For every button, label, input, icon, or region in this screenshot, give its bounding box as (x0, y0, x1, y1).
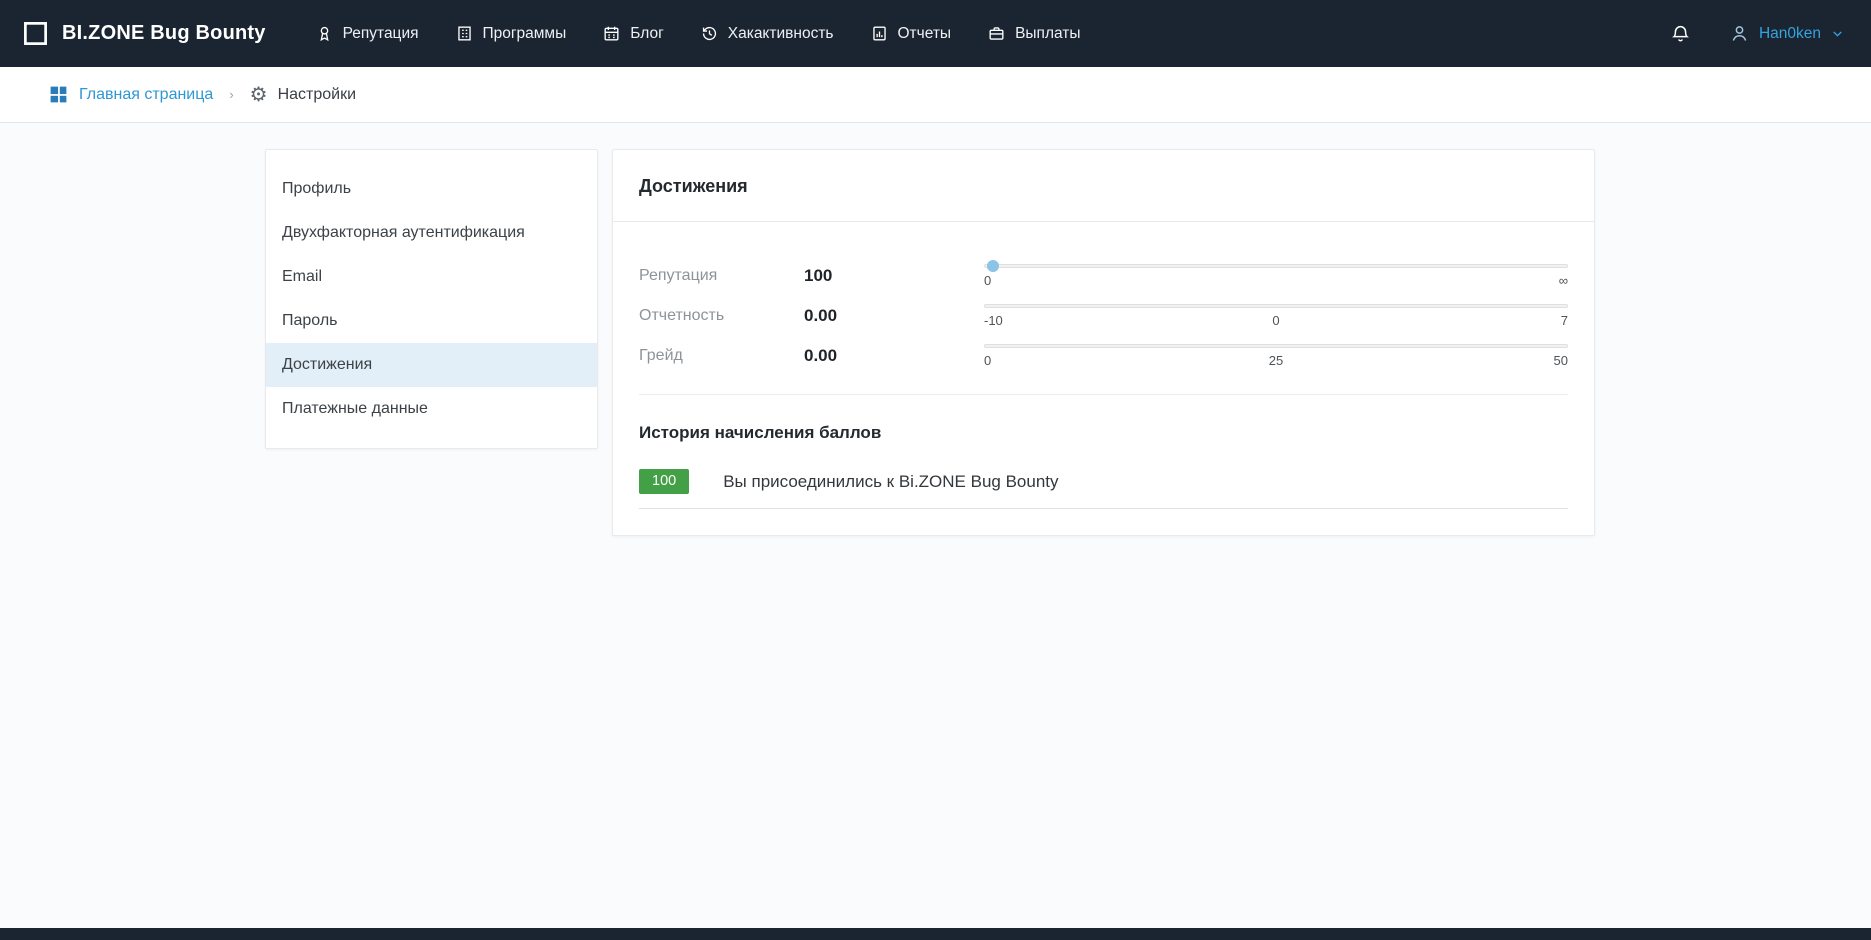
chevron-down-icon (1830, 26, 1845, 41)
reporting-slider: -10 0 7 (984, 304, 1568, 328)
scale-max: 50 (1373, 353, 1568, 368)
home-grid-icon (48, 84, 69, 105)
slider-scale: 0 ∞ (984, 273, 1568, 288)
menu-item-label: Пароль (282, 312, 338, 330)
slider-track (984, 344, 1568, 348)
username: Han0ken (1759, 25, 1821, 43)
bizone-logo-icon (22, 20, 49, 47)
breadcrumb-current: ⚙ Настройки (250, 85, 356, 105)
nav-item-reputation[interactable]: Репутация (300, 14, 434, 53)
metric-row-grade: Грейд 0.00 0 25 50 (639, 344, 1568, 368)
nav-item-label: Выплаты (1015, 25, 1080, 43)
breadcrumb-home-label: Главная страница (79, 86, 213, 104)
nav-item-label: Хакактивность (728, 25, 834, 43)
main-content: Профиль Двухфакторная аутентификация Ema… (0, 123, 1871, 928)
metric-value: 0.00 (804, 346, 984, 366)
settings-menu: Профиль Двухфакторная аутентификация Ema… (265, 149, 598, 449)
history-title: История начисления баллов (639, 423, 1568, 443)
metrics-list: Репутация 100 0 ∞ Отчетность 0.00 (613, 222, 1594, 368)
notifications-button[interactable] (1670, 23, 1691, 44)
breadcrumb-separator: › (229, 87, 233, 102)
user-menu[interactable]: Han0ken (1729, 23, 1845, 44)
metric-label: Грейд (639, 347, 804, 365)
points-history: История начисления баллов 100 Вы присоед… (639, 394, 1568, 509)
reports-icon (870, 24, 889, 43)
menu-item-email[interactable]: Email (266, 255, 597, 299)
menu-item-two-factor[interactable]: Двухфакторная аутентификация (266, 211, 597, 255)
menu-item-password[interactable]: Пароль (266, 299, 597, 343)
brand-logo[interactable]: BI.ZONE Bug Bounty (22, 20, 266, 47)
scale-mid: 0 (1179, 313, 1374, 328)
scale-max: ∞ (1373, 273, 1568, 288)
nav-item-programs[interactable]: Программы (440, 14, 582, 53)
slider-track (984, 304, 1568, 308)
breadcrumb: Главная страница › ⚙ Настройки (0, 67, 1871, 123)
scale-mid (1179, 273, 1374, 288)
scale-min: -10 (984, 313, 1179, 328)
slider-track (984, 264, 1568, 268)
menu-item-label: Профиль (282, 180, 351, 198)
menu-item-label: Двухфакторная аутентификация (282, 224, 525, 242)
payouts-icon (987, 24, 1006, 43)
history-entry: 100 Вы присоединились к Bi.ZONE Bug Boun… (639, 469, 1568, 509)
footer-bar (0, 928, 1871, 940)
nav-item-blog[interactable]: Блог (587, 14, 679, 53)
nav-item-label: Репутация (343, 25, 419, 43)
nav-item-reports[interactable]: Отчеты (855, 14, 967, 53)
reputation-icon (315, 24, 334, 43)
breadcrumb-home-link[interactable]: Главная страница (48, 84, 213, 105)
top-navbar: BI.ZONE Bug Bounty Репутация Программы (0, 0, 1871, 67)
nav-item-label: Отчеты (898, 25, 952, 43)
menu-item-achievements[interactable]: Достижения (266, 343, 597, 387)
slider-dot (987, 260, 999, 272)
nav-item-payouts[interactable]: Выплаты (972, 14, 1095, 53)
menu-item-profile[interactable]: Профиль (266, 167, 597, 211)
nav-item-label: Программы (483, 25, 567, 43)
menu-item-label: Email (282, 268, 322, 286)
blog-icon (602, 24, 621, 43)
panel-title: Достижения (613, 150, 1594, 222)
metric-row-reputation: Репутация 100 0 ∞ (639, 264, 1568, 288)
points-badge: 100 (639, 469, 689, 494)
metric-label: Отчетность (639, 307, 804, 325)
user-icon (1729, 23, 1750, 44)
grade-slider: 0 25 50 (984, 344, 1568, 368)
slider-scale: 0 25 50 (984, 353, 1568, 368)
metric-label: Репутация (639, 267, 804, 285)
menu-item-label: Платежные данные (282, 400, 428, 418)
slider-scale: -10 0 7 (984, 313, 1568, 328)
bell-icon (1670, 23, 1691, 44)
nav-item-hacktivity[interactable]: Хакактивность (685, 14, 849, 53)
hacktivity-icon (700, 24, 719, 43)
scale-min: 0 (984, 273, 1179, 288)
scale-mid: 25 (1179, 353, 1374, 368)
menu-item-label: Достижения (282, 356, 372, 374)
scale-min: 0 (984, 353, 1179, 368)
main-nav: Репутация Программы Блог (300, 14, 1096, 53)
history-entry-text: Вы присоединились к Bi.ZONE Bug Bounty (723, 472, 1058, 492)
metric-value: 0.00 (804, 306, 984, 326)
brand-name: BI.ZONE Bug Bounty (62, 22, 266, 45)
achievements-panel: Достижения Репутация 100 0 ∞ Отчетн (612, 149, 1595, 536)
reputation-slider: 0 ∞ (984, 264, 1568, 288)
metric-row-reporting: Отчетность 0.00 -10 0 7 (639, 304, 1568, 328)
metric-value: 100 (804, 266, 984, 286)
topnav-right: Han0ken (1670, 23, 1845, 44)
scale-max: 7 (1373, 313, 1568, 328)
menu-item-payment-details[interactable]: Платежные данные (266, 387, 597, 431)
breadcrumb-current-label: Настройки (278, 86, 356, 104)
nav-item-label: Блог (630, 25, 664, 43)
gear-icon: ⚙ (250, 85, 268, 105)
programs-icon (455, 24, 474, 43)
